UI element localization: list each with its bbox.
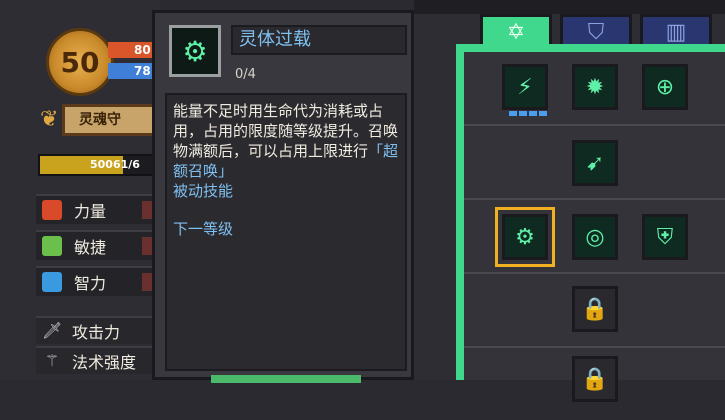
burst-icon: ✹ [585,74,605,100]
fist-icon [42,200,62,220]
skill-node-summon-circle[interactable]: ◎ [572,214,618,260]
combat-stat-attack: 🗡 攻击力 [36,316,160,344]
skill-tree-frame: ⚡ ✹ ⊕ ➹ ⚙ ◎ ⛨ 🔒 🔒 [456,44,725,402]
book-icon [42,272,62,292]
skill-name: 灵体过载 [239,29,311,50]
skill-node-heal[interactable]: ⊕ [642,64,688,110]
feather-icon [42,236,62,256]
stat-row-intellect[interactable]: 智力 [36,266,160,296]
mp-value: 78 [134,64,151,78]
drill-icon: ➹ [585,150,605,176]
skill-node-locked[interactable]: 🔒 [572,356,618,402]
tab-shield[interactable]: ⛉ [560,14,632,48]
stat-label: 智力 [74,274,107,293]
summon-circle-icon: ◎ [585,224,605,250]
stat-label: 力量 [74,202,107,221]
combat-stat-spell-power: ⚚ 法术强度 [36,346,160,374]
plus-circle-icon: ⊕ [655,74,675,100]
skill-description-box: 能量不足时用生命代为消耗或占用，占用的限度随等级提升。召唤物满额后，可以占用上限… [165,93,407,371]
skill-name-box: 灵体过载 [231,25,407,55]
skill-tooltip: ⚙ 灵体过载 0/4 能量不足时用生命代为消耗或占用，占用的限度随等级提升。召唤… [152,10,414,383]
title-text: 灵魂守 [79,112,121,128]
wand-icon: ⚚ [44,351,60,370]
hp-value: 80 [134,43,151,57]
skill-node-spirit-wolf[interactable]: ⚡ [502,64,548,116]
title-banner[interactable]: 灵魂守 [62,104,160,136]
next-level-label: 下一等级 [173,220,234,238]
top-bar [414,0,725,14]
wolf-icon: ⚡ [517,74,533,100]
skill-tree-row: ⚡ ✹ ⊕ [464,52,725,126]
skill-description: 能量不足时用生命代为消耗或占用，占用的限度随等级提升。召唤物满额后，可以占用上限… [173,102,399,160]
star-of-david-icon: ✡ [506,20,526,45]
lock-icon: 🔒 [581,296,609,322]
lock-icon: 🔒 [581,366,609,392]
skill-level-pips [509,111,547,116]
upgrade-button[interactable] [211,375,361,383]
tab-door[interactable]: ▥ [640,14,712,48]
tab-star[interactable]: ✡ [480,14,552,48]
gear-burst-icon: ⚙ [182,34,208,68]
skill-level: 0/4 [235,67,256,82]
stat-row-strength[interactable]: 力量 [36,194,160,224]
gear-burst-icon: ⚙ [515,224,535,250]
laurel-icon: ❦ [40,107,59,132]
combat-stat-label: 法术强度 [72,353,137,372]
character-panel: 50 80 78 ❦ 灵魂守 50061/6 力量 敏捷 智力 🗡 攻击力 ⚚ … [0,0,160,380]
skill-node-spirit-overload[interactable]: ⚙ [495,207,555,267]
shield-plus-icon: ⛨ [656,224,674,250]
level-value: 50 [60,45,100,79]
stat-label: 敏捷 [74,238,107,257]
passive-skill-label: 被动技能 [173,182,234,200]
skill-icon-frame: ⚙ [169,25,221,77]
level-badge: 50 [46,28,114,96]
skill-tree-row: ⚙ ◎ ⛨ [464,200,725,274]
skill-tree-row: ➹ [464,126,725,200]
shield-icon: ⛉ [587,20,605,45]
combat-stat-label: 攻击力 [72,323,121,342]
skill-node-spirit-drill[interactable]: ➹ [572,140,618,186]
skill-node-locked[interactable]: 🔒 [572,286,618,332]
door-icon: ▥ [665,20,687,45]
stat-row-agility[interactable]: 敏捷 [36,230,160,260]
skill-node-guard[interactable]: ⛨ [642,214,688,260]
sword-icon: 🗡 [42,321,63,340]
xp-text: 50061/6 [90,158,140,171]
xp-bar: 50061/6 [38,154,160,176]
skill-node-spirit-burst[interactable]: ✹ [572,64,618,110]
skill-tree-row: 🔒 [464,348,725,420]
skill-tree-grid: ⚡ ✹ ⊕ ➹ ⚙ ◎ ⛨ 🔒 🔒 [464,52,725,402]
skill-tree-row: 🔒 [464,274,725,348]
